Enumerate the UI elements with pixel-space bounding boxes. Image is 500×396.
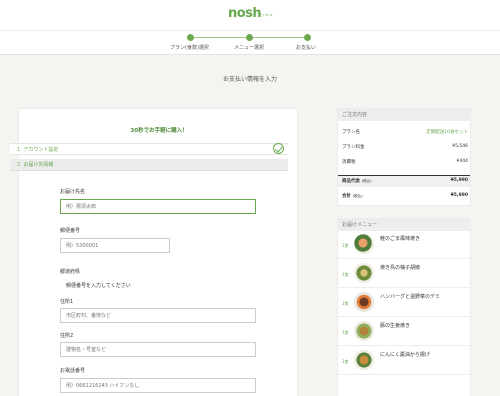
delivery-menu-heading: お届けメニュー [338,219,470,231]
menu-item-name: 豚の生姜焼き [380,323,411,329]
step-delivery-info[interactable]: 2 お届け先情報 [10,159,288,171]
address1-label: 住所1 [60,299,74,305]
hamburg-dish-image [354,292,374,312]
total-value: ¥5,990 [450,193,468,198]
step-label-plan: プラン(食数)選択 [170,45,209,51]
pork-dish-image [354,321,374,341]
step-label: アカウント設定 [23,147,59,153]
prefecture-note: 郵便番号を入力してください [66,283,131,289]
order-summary-panel: ご注文内容 プラン名 定期配送10食セット プラン料金 ¥5,546 消費税 ¥… [337,108,471,206]
address2-label: 住所2 [60,333,74,339]
karaage-dish-image [354,350,374,370]
tax-row: 消費税 ¥444 [342,159,468,165]
menu-item-name: にんにく醤油から揚げ [380,352,430,358]
step-number: 1 [17,147,21,153]
subtotal-value: ¥5,990 [450,178,468,183]
total-note: (税込) [352,194,363,198]
step-account-settings[interactable]: 1 アカウント設定 [10,143,288,155]
menu-item-qty: 1食 [342,359,349,364]
plan-name-value: 定期配送10食セット [426,130,468,135]
step-number: 2 [17,162,21,168]
plan-price-row: プラン料金 ¥5,546 [342,144,468,150]
total-row: 合計 (税込) ¥5,990 [342,193,468,199]
plan-name-row: プラン名 定期配送10食セット [342,129,468,135]
brand-logo-sub: ナッシュ [257,12,273,17]
menu-item-qty: 1食 [342,301,349,306]
order-summary-heading: ご注文内容 [338,109,470,121]
delivery-menu-panel: お届けメニュー 1食 鮭のごま風味焼き 1食 焼き鳥の柚子胡椒 1食 ハンバーグ… [337,218,471,396]
total-label: 合計 [342,194,351,199]
phone-input[interactable] [60,378,256,393]
menu-item-name: 鮭のごま風味焼き [380,236,421,242]
address2-input[interactable] [60,342,256,357]
site-header: nosh ナッシュ [0,0,500,30]
menu-item: 1食 鮭のごま風味焼き [338,231,470,259]
subtotal-note: (税込) [361,179,372,183]
step-dot-plan [187,34,194,41]
subtotal-label: 商品代金 [342,179,360,184]
name-label: お届け先名 [60,189,86,195]
menu-item: 1食 豚の生姜焼き [338,318,470,346]
menu-item-qty: 1食 [342,272,349,277]
plan-name-label: プラン名 [342,130,360,135]
form-heading: 30秒でお手軽に購入！ [130,128,188,134]
menu-item: 1食 ハンバーグと温野菜のデミ [338,289,470,317]
postal-label: 郵便番号 [60,228,81,234]
plan-price-value: ¥5,546 [452,144,468,149]
name-input[interactable] [60,199,256,214]
address1-input[interactable] [60,308,256,323]
tax-value: ¥444 [456,159,468,164]
prefecture-label: 都道府県 [60,269,81,275]
menu-item: 1食 にんにく醤油から揚げ [338,347,470,375]
salmon-dish-image [354,234,374,254]
step-label: お届け先情報 [23,162,54,168]
step-label-menu: メニュー選択 [234,45,265,51]
menu-item-qty: 1食 [342,243,349,248]
step-dot-menu [246,34,253,41]
page-title: お支払い情報を入力 [222,76,277,83]
menu-item-name: ハンバーグと温野菜のデミ [380,294,441,300]
step-label-payment: お支払い [296,45,317,51]
phone-label: お電話番号 [60,368,86,374]
subtotal-row: 商品代金 (税込) ¥5,990 [342,178,468,184]
check-circle-icon [273,143,284,154]
menu-item-qty: 1食 [342,330,349,335]
tax-label: 消費税 [342,160,356,165]
plan-price-label: プラン料金 [342,145,365,150]
postal-input[interactable] [60,238,170,253]
menu-item: 1食 焼き鳥の柚子胡椒 [338,260,470,288]
menu-item-name: 焼き鳥の柚子胡椒 [380,265,421,271]
chicken-dish-image [354,263,374,283]
progress-steps: プラン(食数)選択 メニュー選択 お支払い [0,30,500,55]
step-dot-payment [304,34,311,41]
